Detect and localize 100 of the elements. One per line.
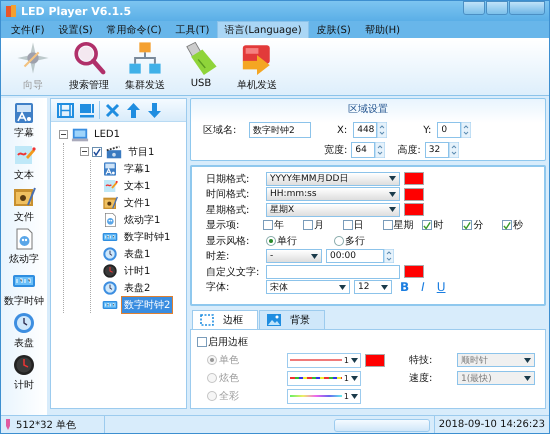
color-picker[interactable] bbox=[404, 188, 424, 201]
tree-item[interactable]: 炫动字1 bbox=[122, 212, 162, 228]
checkbox[interactable] bbox=[302, 220, 313, 230]
selection-icon bbox=[199, 313, 215, 327]
checkbox[interactable] bbox=[382, 220, 392, 230]
dropdown[interactable]: 宋体 bbox=[266, 280, 350, 294]
text-field[interactable] bbox=[266, 264, 400, 279]
spinner-icon[interactable] bbox=[461, 122, 472, 138]
maximize-button[interactable] bbox=[486, 1, 508, 15]
dropdown-caret-icon[interactable] bbox=[339, 284, 346, 290]
menu-item[interactable]: 文件(F) bbox=[5, 22, 51, 38]
number-field[interactable]: 64 bbox=[351, 142, 376, 158]
spinner-icon[interactable] bbox=[375, 142, 386, 158]
menu-item[interactable]: 皮肤(S) bbox=[310, 22, 357, 38]
sidebar-item[interactable]: 文件 bbox=[12, 185, 36, 224]
tree-item[interactable]: 文本1 bbox=[122, 178, 152, 194]
menu-item[interactable]: 语言(Language) bbox=[217, 20, 309, 38]
tab[interactable]: 背景 bbox=[259, 310, 325, 329]
toolbar-button[interactable]: 单机发送 bbox=[235, 41, 279, 92]
spinner-icon[interactable] bbox=[384, 249, 394, 264]
dropdown[interactable]: HH:mm:ss bbox=[266, 187, 400, 202]
network-icon bbox=[128, 41, 162, 75]
toolbar-button[interactable]: 集群发送 bbox=[123, 41, 167, 92]
radio-label: 多行 bbox=[345, 234, 365, 248]
compass-icon bbox=[16, 41, 50, 75]
tree-item[interactable]: 表盘1 bbox=[122, 246, 152, 262]
minimize-button[interactable] bbox=[463, 1, 485, 15]
color-picker[interactable] bbox=[404, 172, 424, 186]
menu-item[interactable]: 常用命令(C) bbox=[100, 22, 168, 38]
dropdown-caret-icon[interactable] bbox=[381, 284, 388, 290]
color-picker[interactable] bbox=[404, 203, 424, 216]
sidebar-item[interactable]: 计时 bbox=[12, 353, 36, 392]
bold-button[interactable]: B bbox=[396, 280, 414, 294]
arrow-down-icon[interactable] bbox=[146, 102, 163, 118]
usb-drive-icon bbox=[184, 41, 218, 75]
image-icon bbox=[266, 313, 282, 327]
checkbox[interactable] bbox=[197, 337, 207, 347]
arrow-up-icon[interactable] bbox=[125, 102, 142, 118]
color-picker[interactable] bbox=[404, 265, 424, 278]
film-icon[interactable] bbox=[57, 102, 74, 118]
stopwatch-icon bbox=[101, 262, 119, 278]
toolbar-button[interactable]: USB bbox=[179, 41, 223, 89]
sidebar-item[interactable]: 炫动字 bbox=[9, 227, 39, 266]
tree-item[interactable]: 表盘2 bbox=[122, 280, 152, 296]
checkbox-label: 日 bbox=[354, 219, 364, 232]
monitor-icon bbox=[71, 126, 89, 142]
color-picker[interactable] bbox=[365, 354, 385, 366]
dropdown[interactable]: YYYY年MM月DD日 bbox=[266, 172, 400, 186]
time-field[interactable]: 00:00 bbox=[326, 249, 384, 264]
number-field[interactable]: 32 bbox=[424, 142, 449, 158]
field-label: Y: bbox=[423, 124, 432, 136]
sidebar-item[interactable]: 字幕 bbox=[12, 101, 36, 140]
dropdown-caret-icon[interactable] bbox=[351, 394, 358, 398]
radio-button[interactable] bbox=[334, 236, 344, 246]
tree-item[interactable]: 数字时钟1 bbox=[122, 228, 172, 244]
checkbox-label: 秒 bbox=[513, 218, 524, 232]
sidebar-item[interactable]: 表盘 bbox=[12, 311, 36, 350]
spinner-icon[interactable] bbox=[377, 122, 388, 138]
close-button[interactable] bbox=[509, 1, 545, 15]
clapperboard-icon bbox=[105, 144, 123, 160]
dropdown-caret-icon[interactable] bbox=[389, 192, 396, 197]
tree-item[interactable]: LED1 bbox=[92, 128, 122, 141]
toolbar-button[interactable]: 搜索管理 bbox=[67, 41, 111, 92]
checkbox[interactable] bbox=[342, 220, 353, 230]
dropdown[interactable]: 12 bbox=[354, 280, 392, 294]
number-field[interactable]: 448 bbox=[353, 122, 378, 138]
delete-icon[interactable] bbox=[104, 102, 121, 118]
collapse-icon[interactable] bbox=[59, 130, 68, 139]
menu-item[interactable]: 设置(S) bbox=[52, 22, 99, 38]
tree-item[interactable]: 字幕1 bbox=[122, 160, 152, 176]
tree-item[interactable]: 计时1 bbox=[122, 262, 152, 278]
checkbox[interactable] bbox=[262, 220, 273, 230]
checkbox[interactable] bbox=[422, 220, 432, 230]
spinner-icon[interactable] bbox=[448, 142, 459, 158]
layout-icon[interactable] bbox=[78, 102, 95, 118]
checkbox[interactable] bbox=[92, 146, 102, 156]
menu-item[interactable]: 工具(T) bbox=[170, 22, 216, 38]
dropdown-caret-icon[interactable] bbox=[351, 358, 358, 362]
underline-button[interactable]: U bbox=[432, 280, 450, 294]
menu-item[interactable]: 帮助(H) bbox=[358, 22, 406, 38]
italic-button[interactable]: I bbox=[417, 280, 429, 294]
dropdown-caret-icon[interactable] bbox=[389, 207, 396, 212]
tree-item[interactable]: 节目1 bbox=[126, 144, 156, 160]
dropdown[interactable]: - bbox=[266, 249, 322, 264]
collapse-icon[interactable] bbox=[80, 147, 89, 156]
tree-item[interactable]: 文件1 bbox=[122, 194, 152, 210]
text-field[interactable]: 数字时钟2 bbox=[249, 122, 311, 138]
dropdown-caret-icon[interactable] bbox=[311, 254, 318, 259]
number-field[interactable]: 0 bbox=[437, 122, 462, 138]
status-text: 512*32 单色 bbox=[16, 418, 76, 432]
sidebar-item[interactable]: 数字时钟 bbox=[4, 269, 44, 308]
checkbox[interactable] bbox=[462, 220, 472, 230]
tab[interactable]: 边框 bbox=[192, 310, 258, 329]
dropdown[interactable]: 星期X bbox=[266, 202, 400, 217]
sidebar-item[interactable]: 文本 bbox=[12, 143, 36, 182]
checkbox[interactable] bbox=[502, 220, 512, 230]
radio-button[interactable] bbox=[266, 236, 276, 246]
dropdown-caret-icon[interactable] bbox=[351, 376, 358, 380]
dropdown-caret-icon[interactable] bbox=[389, 176, 396, 182]
checkbox-label: 分 bbox=[473, 219, 484, 232]
